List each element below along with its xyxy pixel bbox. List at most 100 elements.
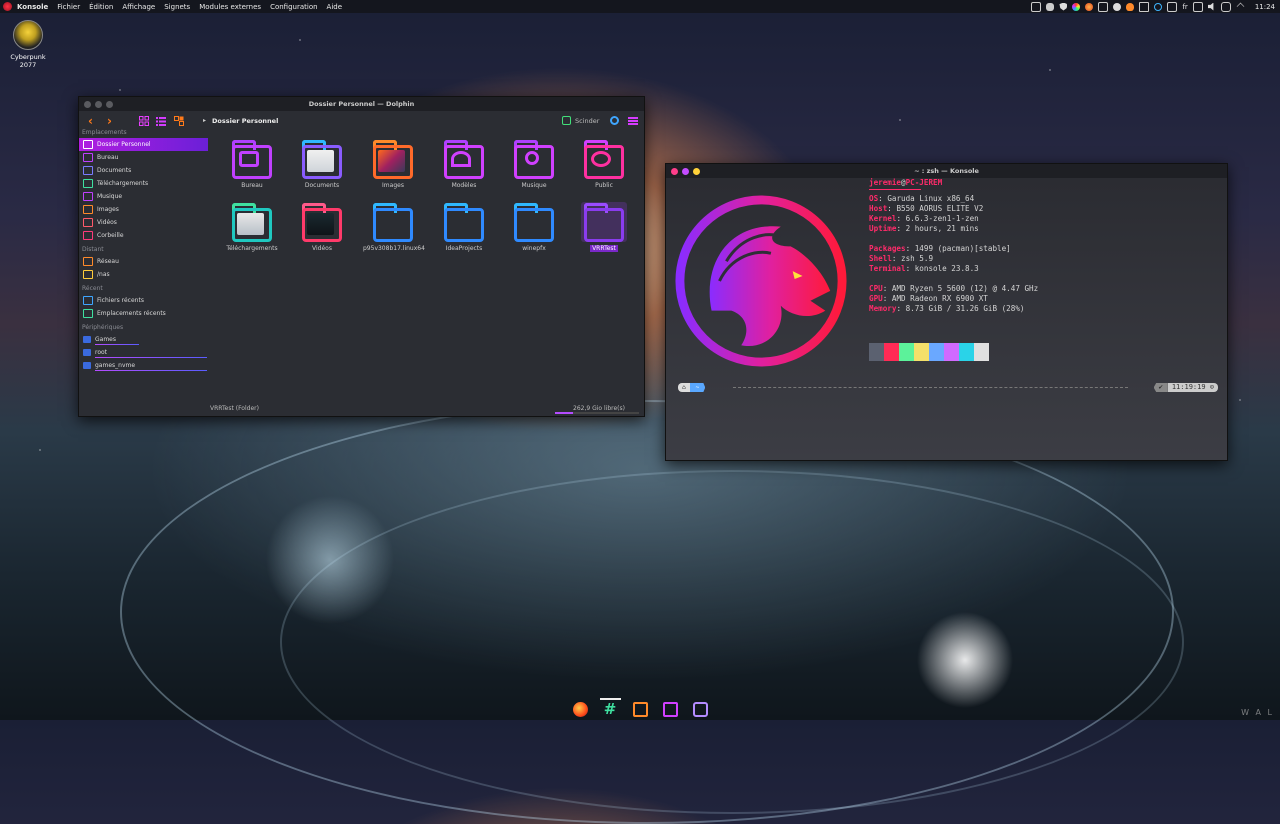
- search-icon[interactable]: [610, 116, 619, 125]
- file-item-public[interactable]: Public: [574, 139, 634, 189]
- sidebar-item-telechargements[interactable]: Téléchargements: [79, 177, 209, 190]
- fetch-key: Terminal: [869, 264, 906, 273]
- terminal-view[interactable]: jeremie@PC-JEREM OS: Garuda Linux x86_64…: [666, 178, 1227, 460]
- fetch-value: 2 hours, 21 mins: [905, 224, 979, 233]
- split-button[interactable]: Scinder: [562, 116, 599, 125]
- file-item-documents[interactable]: Documents: [292, 139, 352, 189]
- system-monitor-dock-icon[interactable]: [662, 701, 678, 717]
- file-item-modeles[interactable]: Modèles: [434, 139, 494, 189]
- clipboard-icon[interactable]: [1139, 1, 1150, 12]
- fastfetch-output: jeremie@PC-JEREM OS: Garuda Linux x86_64…: [869, 178, 1038, 314]
- file-item-telechargements[interactable]: Téléchargements: [222, 202, 282, 252]
- fetch-memory: Memory: 8.73 GiB / 31.26 GiB (28%): [869, 304, 1025, 313]
- compact-view-icon[interactable]: [156, 116, 166, 126]
- konsole-app-icon[interactable]: [3, 2, 12, 11]
- file-item-images[interactable]: Images: [363, 139, 423, 189]
- volume-icon[interactable]: [1207, 2, 1214, 11]
- fetch-uptime: Uptime: 2 hours, 21 mins: [869, 224, 979, 233]
- sidebar-item-games[interactable]: Games: [79, 333, 209, 346]
- color-wheel-icon[interactable]: [1072, 2, 1081, 11]
- file-item-vrrtest[interactable]: VRRTest: [574, 202, 634, 252]
- file-item-videos[interactable]: Vidéos: [292, 202, 352, 252]
- network-icon[interactable]: [1098, 1, 1109, 12]
- prompt-time-segment: 11:19:19 ⊙: [1167, 383, 1218, 392]
- folder-dock-icon[interactable]: [632, 701, 648, 717]
- fire-icon[interactable]: [1126, 2, 1135, 11]
- color-swatch: [914, 343, 929, 361]
- konsole-titlebar[interactable]: ~ : zsh — Konsole: [666, 164, 1227, 178]
- lock-icon[interactable]: [1192, 1, 1203, 12]
- sidebar-item-dossier-personnel[interactable]: Dossier Personnel: [79, 138, 208, 151]
- sidebar-item-label: Corbeille: [97, 232, 124, 239]
- details-view-icon[interactable]: [174, 116, 184, 126]
- hamburger-menu-icon[interactable]: [628, 117, 638, 125]
- sidebar-item-root[interactable]: root: [79, 346, 209, 359]
- sidebar-item-reseau[interactable]: Réseau: [79, 255, 209, 268]
- fetch-value: zsh 5.9: [901, 254, 934, 263]
- minimize-button[interactable]: [682, 167, 689, 175]
- file-item-bureau[interactable]: Bureau: [222, 139, 282, 189]
- icons-view-icon[interactable]: [139, 116, 149, 126]
- menu-affichage[interactable]: Affichage: [122, 3, 155, 11]
- sidebar-item-label: root: [95, 349, 108, 356]
- menu-aide[interactable]: Aide: [327, 3, 342, 11]
- discord-icon[interactable]: [1046, 2, 1055, 11]
- file-item-label: Téléchargements: [226, 245, 278, 252]
- fetch-key: Memory: [869, 304, 897, 313]
- firefox-icon[interactable]: [1085, 2, 1094, 11]
- clock[interactable]: 11:24: [1255, 3, 1275, 11]
- menu-fichier[interactable]: Fichier: [57, 3, 80, 11]
- close-button[interactable]: [671, 167, 678, 175]
- fetch-key: Shell: [869, 254, 892, 263]
- file-item-ideaprojects[interactable]: IdeaProjects: [434, 202, 494, 252]
- update-icon[interactable]: [1154, 2, 1163, 11]
- file-item-musique[interactable]: Musique: [504, 139, 564, 189]
- chevron-up-icon[interactable]: [1236, 2, 1245, 11]
- firefox-dock-icon[interactable]: [572, 701, 588, 717]
- file-item-label: Documents: [304, 182, 340, 189]
- section-devices: Périphériques: [82, 324, 124, 331]
- sidebar-item-videos[interactable]: Vidéos: [79, 216, 209, 229]
- dolphin-titlebar[interactable]: Dossier Personnel — Dolphin: [79, 97, 644, 111]
- hashtag-dock-icon[interactable]: #: [599, 697, 621, 717]
- sidebar-item-games-nvme[interactable]: games_nvme: [79, 359, 209, 372]
- menu-signets[interactable]: Signets: [164, 3, 190, 11]
- sidebar-item-bureau[interactable]: Bureau: [79, 151, 209, 164]
- sidebar-item-label: Fichiers récents: [97, 297, 144, 304]
- back-icon[interactable]: ‹: [88, 114, 93, 128]
- shield-icon[interactable]: [1059, 2, 1068, 11]
- window-title: ~ : zsh — Konsole: [914, 167, 979, 175]
- steam-icon[interactable]: [1113, 2, 1122, 11]
- keyboard-layout[interactable]: fr: [1182, 3, 1187, 11]
- printer-icon[interactable]: [1167, 1, 1178, 12]
- sidebar-item-musique[interactable]: Musique: [79, 190, 209, 203]
- menu-edition[interactable]: Édition: [89, 3, 113, 11]
- maximize-button[interactable]: [693, 167, 700, 175]
- close-button[interactable]: [84, 100, 91, 108]
- sidebar-item-images[interactable]: Images: [79, 203, 209, 216]
- fetch-user: jeremie: [869, 178, 902, 187]
- color-swatches: [869, 343, 989, 361]
- settings-dock-icon[interactable]: [692, 701, 708, 717]
- notes-icon[interactable]: [1031, 1, 1042, 12]
- menu-modules-externes[interactable]: Modules externes: [199, 3, 261, 11]
- sidebar-item-corbeille[interactable]: Corbeille: [79, 229, 209, 242]
- maximize-button[interactable]: [106, 100, 113, 108]
- minimize-button[interactable]: [95, 100, 102, 108]
- bluetooth-icon[interactable]: [1220, 1, 1231, 12]
- menu-konsole[interactable]: Konsole: [17, 3, 48, 11]
- sidebar-item-fichiers-recents[interactable]: Fichiers récents: [79, 294, 209, 307]
- file-item-p95[interactable]: p95v308b17.linux64: [363, 202, 425, 252]
- status-text: VRRTest (Folder): [210, 405, 259, 412]
- sidebar-item-emplacements-recents[interactable]: Emplacements récents: [79, 307, 209, 320]
- breadcrumb[interactable]: Dossier Personnel: [212, 117, 278, 125]
- forward-icon[interactable]: ›: [107, 114, 112, 128]
- nas-folder-icon: [83, 270, 93, 279]
- file-item-label: IdeaProjects: [445, 245, 483, 252]
- sidebar-item-nas[interactable]: /nas: [79, 268, 209, 281]
- desktop-icon-cyberpunk[interactable]: Cyberpunk 2077: [5, 20, 51, 69]
- sidebar-item-documents[interactable]: Documents: [79, 164, 209, 177]
- file-item-winepfx[interactable]: winepfx: [504, 202, 564, 252]
- free-space-text[interactable]: 262,9 Gio libre(s): [573, 405, 625, 412]
- menu-configuration[interactable]: Configuration: [270, 3, 317, 11]
